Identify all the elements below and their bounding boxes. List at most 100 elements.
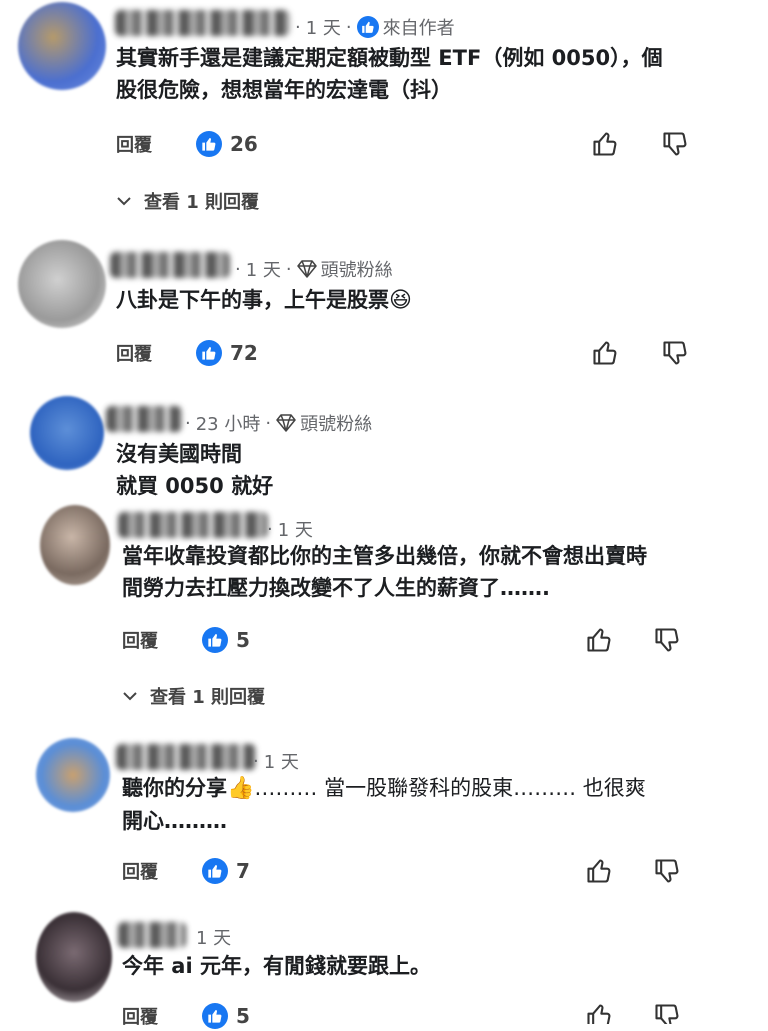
reply-button[interactable]: 回覆 [116, 131, 152, 157]
commenter-name[interactable] [110, 252, 230, 278]
emoji: 👍 [227, 776, 255, 801]
like-count-icon [196, 340, 222, 366]
like-button[interactable] [590, 337, 620, 369]
avatar[interactable] [30, 396, 104, 470]
commenter-name[interactable] [116, 744, 256, 770]
dislike-button[interactable] [652, 624, 682, 656]
view-replies-link[interactable]: 查看 1 則回覆 [122, 683, 265, 709]
like-count[interactable]: 72 [230, 341, 258, 365]
reply-button[interactable]: 回覆 [116, 340, 152, 366]
comment-text: 八卦是下午的事，上午是股票😆 [116, 284, 412, 317]
thumbs-down-icon [655, 628, 679, 652]
comment-meta: · 23 小時 · 頭號粉絲 [180, 410, 372, 436]
meta-separator: · [267, 518, 273, 540]
like-button[interactable] [584, 624, 614, 656]
like-count[interactable]: 7 [236, 859, 250, 883]
fan-badge-label: 頭號粉絲 [300, 414, 373, 435]
thumbs-down-icon [663, 132, 687, 156]
timestamp[interactable]: 1 天 [246, 256, 281, 282]
comment-line-text: 聽你的分享 [122, 776, 227, 800]
like-count[interactable]: 26 [230, 132, 258, 156]
comment-actions: 回覆 5 [122, 1001, 250, 1031]
reply-button[interactable]: 回覆 [122, 627, 158, 653]
timestamp[interactable]: 1 天 [264, 748, 299, 774]
comment-text: 今年 ai 元年，有閒錢就要跟上。 [122, 950, 431, 982]
meta-separator: · [253, 750, 259, 772]
view-replies-label: 查看 1 則回覆 [144, 192, 260, 213]
comment-text: 聽你的分享👍……… 當一股聯發科的股東……… 也很爽 開心……… [122, 772, 646, 837]
comment-meta: · 1 天 [248, 748, 299, 774]
like-button[interactable] [590, 128, 620, 160]
commenter-name[interactable] [118, 512, 268, 538]
comment-meta: · 1 天 [262, 516, 313, 542]
avatar[interactable] [40, 505, 110, 585]
comment-line: 沒有美國時間 [116, 442, 242, 466]
like-count-icon [202, 858, 228, 884]
comment-meta: · 1 天 · 頭號粉絲 [230, 256, 393, 282]
comment-text: 其實新手還是建議定期定額被動型 ETF（例如 0050），個 股很危險，想想當年… [116, 42, 663, 106]
fan-badge-label: 頭號粉絲 [320, 260, 393, 281]
meta-separator: · [185, 412, 191, 434]
comment-line: 八卦是下午的事，上午是股票😆 [116, 284, 412, 317]
view-replies-link[interactable]: 查看 1 則回覆 [116, 188, 259, 214]
thumbs-up-icon [593, 341, 617, 365]
thumbs-up-icon [593, 132, 617, 156]
chevron-down-icon [123, 692, 137, 701]
like-count[interactable]: 5 [236, 628, 250, 652]
like-button[interactable] [584, 855, 614, 887]
comment-actions: 回覆 26 [116, 129, 258, 159]
commenter-name[interactable] [115, 10, 290, 36]
comment-line-text: 八卦是下午的事，上午是股票 [116, 288, 389, 312]
thumbs-down-icon [655, 859, 679, 883]
timestamp[interactable]: 1 天 [196, 924, 231, 950]
like-count-icon [202, 1003, 228, 1029]
timestamp[interactable]: 23 小時 [196, 410, 261, 436]
like-button[interactable] [584, 1000, 614, 1024]
comment-line-text: ……… 當一股聯發科的股東……… 也很爽 [254, 776, 646, 800]
comment-text: 沒有美國時間 就買 0050 就好 [116, 438, 273, 502]
avatar[interactable] [18, 2, 106, 90]
avatar[interactable] [36, 738, 110, 812]
like-count-icon [202, 627, 228, 653]
thumbs-up-icon [587, 628, 611, 652]
comment-line: 間勞力去扛壓力換改變不了人生的薪資了……. [122, 576, 550, 600]
dislike-button[interactable] [660, 128, 690, 160]
like-count[interactable]: 5 [236, 1004, 250, 1028]
like-count-icon [196, 131, 222, 157]
meta-separator: · [285, 258, 292, 280]
comment-line: 當年收靠投資都比你的主管多出幾倍，你就不會想出賣時 [122, 544, 647, 568]
dislike-button[interactable] [660, 337, 690, 369]
meta-separator: · [345, 16, 352, 38]
comment-actions: 回覆 5 [122, 625, 250, 655]
comment-line: 聽你的分享👍……… 當一股聯發科的股東……… 也很爽 [122, 772, 646, 805]
comment-line: 股很危險，想想當年的宏達電（抖） [116, 78, 452, 102]
commenter-name[interactable] [118, 922, 186, 948]
avatar[interactable] [36, 912, 112, 1002]
reply-button[interactable]: 回覆 [122, 858, 158, 884]
avatar[interactable] [18, 240, 106, 328]
timestamp[interactable]: 1 天 [278, 516, 313, 542]
reply-button[interactable]: 回覆 [122, 1003, 158, 1029]
author-like-icon [356, 16, 379, 38]
thumbs-up-icon [587, 1004, 611, 1024]
comment-text: 當年收靠投資都比你的主管多出幾倍，你就不會想出賣時 間勞力去扛壓力換改變不了人生… [122, 540, 647, 604]
author-badge-label: 來自作者 [382, 18, 455, 39]
timestamp[interactable]: 1 天 [306, 14, 341, 40]
view-replies-label: 查看 1 則回覆 [150, 687, 266, 708]
commenter-name[interactable] [106, 406, 182, 432]
comment-line: 就買 0050 就好 [116, 474, 274, 498]
chevron-down-icon [117, 197, 131, 206]
diamond-icon [276, 414, 296, 432]
comment-line: 其實新手還是建議定期定額被動型 ETF（例如 0050），個 [116, 46, 663, 70]
meta-separator: · [295, 16, 301, 38]
meta-separator: · [235, 258, 241, 280]
comment-actions: 回覆 72 [116, 338, 258, 368]
comment-meta: · 1 天 · 來自作者 [290, 14, 455, 40]
dislike-button[interactable] [652, 855, 682, 887]
comment-line: 今年 ai 元年，有閒錢就要跟上。 [122, 954, 431, 978]
dislike-button[interactable] [652, 1000, 682, 1024]
meta-separator: · [265, 412, 272, 434]
comment-actions: 回覆 7 [122, 856, 250, 886]
comment-line: 開心……… [122, 809, 227, 833]
diamond-icon [296, 260, 317, 278]
